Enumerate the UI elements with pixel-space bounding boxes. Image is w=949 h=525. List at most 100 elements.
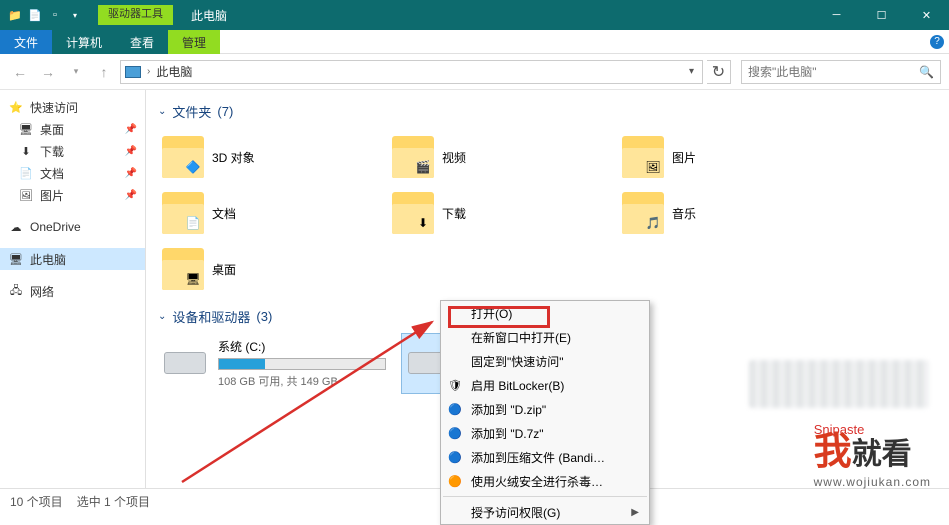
folder-icon: 🎵 (622, 192, 664, 234)
menu-item-label: 添加到 "D.zip" (471, 401, 546, 418)
folder-label: 文档 (212, 205, 236, 222)
menu-item-label: 固定到"快速访问" (471, 353, 564, 370)
menu-item-label: 在新窗口中打开(E) (471, 329, 571, 346)
folder-item[interactable]: 🎵 音乐 (618, 185, 848, 241)
context-menu-item[interactable]: 授予访问权限(G) ▶ (441, 500, 649, 524)
chevron-down-icon: ⌄ (158, 106, 166, 117)
capacity-bar (218, 358, 386, 370)
chevron-icon: › (147, 66, 150, 77)
recent-dropdown[interactable]: ▾ (64, 60, 88, 84)
pin-icon: 📌 (125, 168, 137, 179)
context-menu-item[interactable]: 固定到"快速访问" (441, 349, 649, 373)
folder-item[interactable]: ⬇下载 (388, 185, 618, 241)
menu-item-label: 打开(O) (471, 305, 512, 322)
group-folders-header[interactable]: ⌄ 文件夹 (7) (158, 102, 937, 121)
minimize-button[interactable]: ─ (814, 0, 859, 30)
context-menu-item[interactable]: 🔵 添加到压缩文件 (Bandi… (441, 445, 649, 469)
watermark: 我就看 www.wojiukan.com (814, 420, 931, 489)
pc-icon: 🖥 (8, 251, 24, 267)
folder-item[interactable]: 🖥 桌面 (158, 241, 388, 297)
tab-computer[interactable]: 计算机 (52, 30, 116, 54)
help-button[interactable]: ? (925, 30, 949, 54)
sidebar-item-label: 下载 (40, 143, 64, 160)
download-icon: ⬇ (18, 143, 34, 159)
qat-dropdown[interactable]: ▾ (66, 6, 84, 24)
folder-label: 视频 (442, 149, 466, 166)
drive-item[interactable]: 系统 (C:)108 GB 可用, 共 149 GB (158, 334, 390, 393)
context-menu-item[interactable]: 🛡启用 BitLocker(B) (441, 373, 649, 397)
blurred-icon (749, 360, 929, 408)
folder-label: 音乐 (672, 205, 696, 222)
folder-item[interactable]: 📄 文档 (158, 185, 388, 241)
sidebar-label: 此电脑 (30, 251, 66, 268)
sidebar-item-label: 图片 (40, 187, 64, 204)
context-menu-item[interactable]: 🔵添加到 "D.zip" (441, 397, 649, 421)
search-input[interactable] (748, 65, 919, 79)
menu-item-icon: 🔵 (447, 425, 463, 441)
network-icon: 🖧 (8, 283, 24, 299)
menu-item-label: 添加到 "D.7z" (471, 425, 544, 442)
pin-icon: 📌 (125, 190, 137, 201)
address-segment[interactable]: 此电脑 (156, 63, 192, 80)
address-dropdown[interactable]: ▾ (685, 66, 698, 77)
menu-item-label: 添加到压缩文件 (Bandi… (471, 449, 605, 466)
menu-item-label: 授予访问权限(G) (471, 504, 560, 521)
address-bar[interactable]: › 此电脑 ▾ (120, 60, 703, 84)
sidebar-label: 网络 (30, 283, 54, 300)
star-icon: ⭐ (8, 99, 24, 115)
forward-button[interactable]: → (36, 60, 60, 84)
context-menu-item[interactable]: 打开(O) (441, 301, 649, 325)
desktop-icon: 🖥 (18, 121, 34, 137)
search-icon: 🔍 (919, 65, 934, 79)
folder-item[interactable]: 🔷3D 对象 (158, 129, 388, 185)
group-label: 设备和驱动器 (172, 307, 250, 326)
folder-icon: 📄 (162, 192, 204, 234)
sidebar-item[interactable]: 🖼 图片 📌 (0, 184, 145, 206)
folder-icon: 🖼 (622, 136, 664, 178)
pin-icon: 📌 (125, 146, 137, 157)
context-menu: 打开(O) 在新窗口中打开(E) 固定到"快速访问" 🛡启用 BitLocker(B)… (440, 300, 650, 525)
sidebar-this-pc[interactable]: 🖥 此电脑 (0, 248, 145, 270)
maximize-button[interactable]: ☐ (859, 0, 904, 30)
sidebar-item[interactable]: 🖥桌面📌 (0, 118, 145, 140)
contextual-tab-label: 驱动器工具 (98, 5, 173, 25)
pin-icon: 📌 (125, 124, 137, 135)
folder-item[interactable]: 🖼图片 (618, 129, 848, 185)
context-menu-item[interactable]: 在新窗口中打开(E) (441, 325, 649, 349)
sidebar-network[interactable]: 🖧 网络 (0, 280, 145, 302)
group-count: (3) (256, 309, 272, 324)
group-count: (7) (217, 104, 233, 119)
sidebar-item[interactable]: 📄文档📌 (0, 162, 145, 184)
drive-subtitle: 108 GB 可用, 共 149 GB (218, 373, 386, 389)
context-menu-item[interactable]: 🟠使用火绒安全进行杀毒… (441, 469, 649, 493)
folder-item[interactable]: 🎬视频 (388, 129, 618, 185)
menu-item-icon: 🔵 (447, 449, 463, 465)
tab-manage[interactable]: 管理 (168, 30, 220, 54)
picture-icon: 🖼 (18, 187, 34, 203)
search-box[interactable]: 🔍 (741, 60, 941, 84)
sidebar-quick-access[interactable]: ⭐ 快速访问 (0, 96, 145, 118)
submenu-arrow-icon: ▶ (631, 507, 639, 518)
close-button[interactable]: ✕ (904, 0, 949, 30)
up-button[interactable]: ↑ (92, 60, 116, 84)
menu-item-icon: 🟠 (447, 473, 463, 489)
tab-view[interactable]: 查看 (116, 30, 168, 54)
sidebar-onedrive[interactable]: ☁ OneDrive (0, 216, 145, 238)
refresh-button[interactable]: ↻ (707, 60, 731, 84)
file-menu[interactable]: 文件 (0, 30, 52, 54)
menu-item-icon: 🛡 (447, 377, 463, 393)
sidebar-item[interactable]: ⬇ 下载 📌 (0, 140, 145, 162)
folder-label: 3D 对象 (212, 149, 255, 166)
pc-icon (125, 66, 141, 78)
folder-label: 桌面 (212, 261, 236, 278)
folder-icon: 🖥 (162, 248, 204, 290)
back-button[interactable]: ← (8, 60, 32, 84)
save-icon[interactable]: 📄 (26, 6, 44, 24)
context-menu-item[interactable]: 🔵 添加到 "D.7z" (441, 421, 649, 445)
qat-icon[interactable]: ▫ (46, 6, 64, 24)
group-label: 文件夹 (172, 102, 211, 121)
navigation-sidebar: ⭐ 快速访问 🖥桌面📌⬇下载📌📄文档📌🖼图片📌 ☁ OneDrive 🖥 此电脑… (0, 90, 146, 488)
cloud-icon: ☁ (8, 219, 24, 235)
chevron-down-icon: ⌄ (158, 311, 166, 322)
document-icon: 📄 (18, 165, 34, 181)
